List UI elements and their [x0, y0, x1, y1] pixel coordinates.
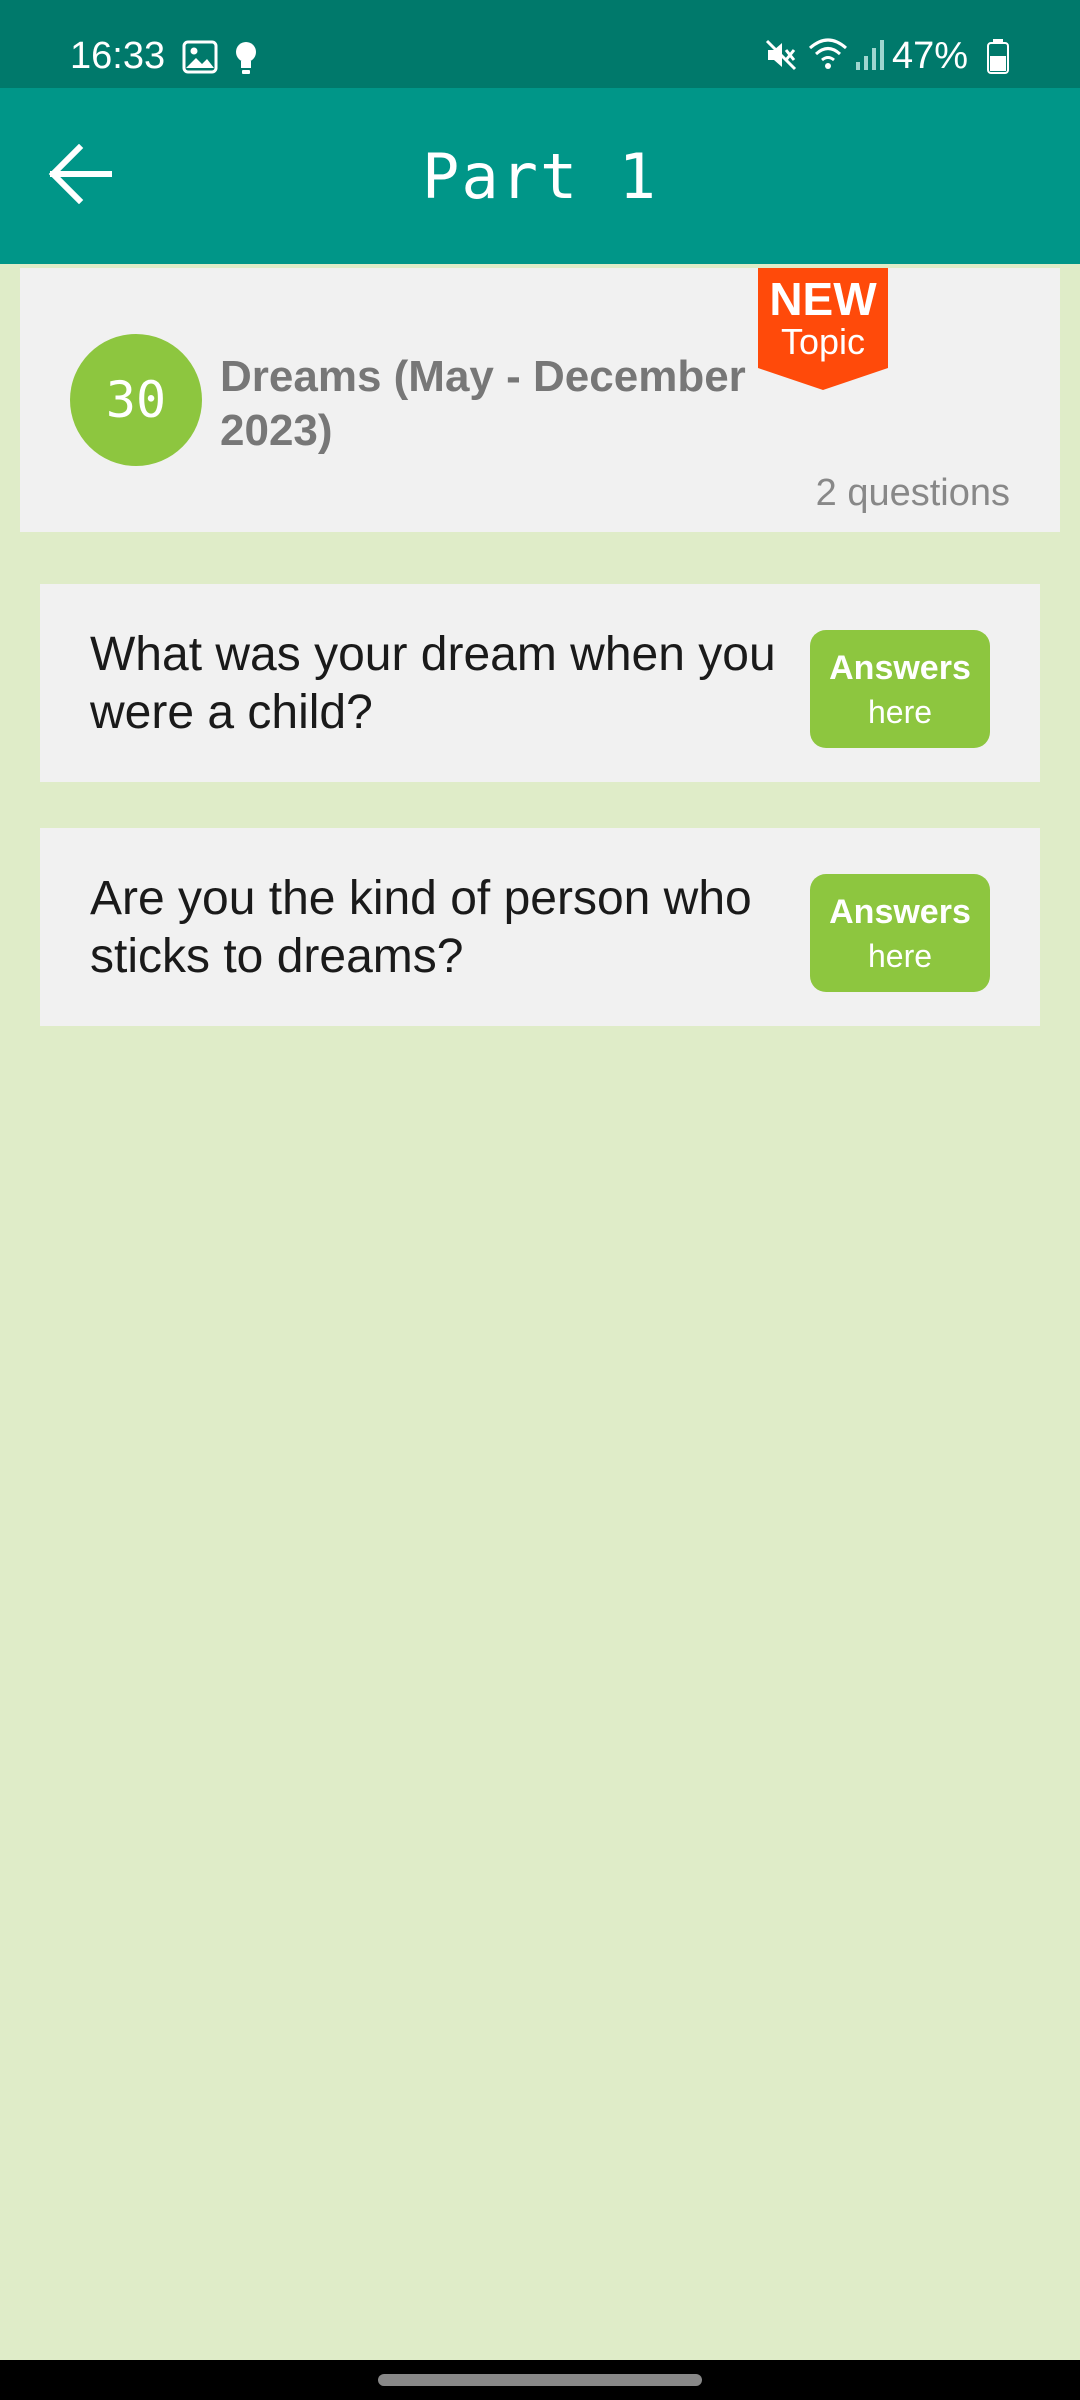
- question-count: 2 questions: [815, 472, 1010, 514]
- signal-icon: [854, 38, 886, 77]
- bulb-icon: [232, 40, 260, 81]
- answers-button-label: Answers: [829, 893, 971, 931]
- topic-header-card: 30 Dreams (May - December 2023) 2 questi…: [20, 268, 1060, 532]
- home-indicator[interactable]: [378, 2374, 702, 2386]
- new-badge-title: NEW: [769, 273, 877, 325]
- answers-button-sublabel: here: [867, 694, 933, 730]
- topic-title: Dreams (May - December 2023): [220, 352, 746, 455]
- status-time: 16:33: [70, 35, 166, 77]
- page-title: Part 1: [422, 140, 658, 213]
- question-card[interactable]: Are you the kind of person who sticks to…: [40, 828, 1040, 1026]
- answers-here-button[interactable]: Answers here: [810, 874, 990, 992]
- image-icon: [182, 40, 218, 79]
- battery-icon: [986, 38, 1010, 79]
- question-text: Are you the kind of person who sticks to…: [90, 872, 752, 983]
- answers-button-sublabel: here: [867, 938, 933, 974]
- status-bar: 16:33 47%: [0, 0, 1080, 88]
- topic-number-badge: 30: [70, 334, 202, 466]
- question-text: What was your dream when you were a chil…: [90, 628, 776, 739]
- new-topic-badge: NEW Topic: [758, 268, 888, 390]
- answers-here-button[interactable]: Answers here: [810, 630, 990, 748]
- new-badge-subtitle: Topic: [780, 321, 866, 362]
- wifi-icon: [808, 36, 848, 77]
- mute-icon: [764, 38, 798, 77]
- question-card[interactable]: What was your dream when you were a chil…: [40, 584, 1040, 782]
- app-bar: Part 1: [0, 88, 1080, 264]
- battery-percent: 47%: [891, 35, 968, 77]
- answers-button-label: Answers: [829, 649, 971, 687]
- system-nav-bar: [0, 2360, 1080, 2400]
